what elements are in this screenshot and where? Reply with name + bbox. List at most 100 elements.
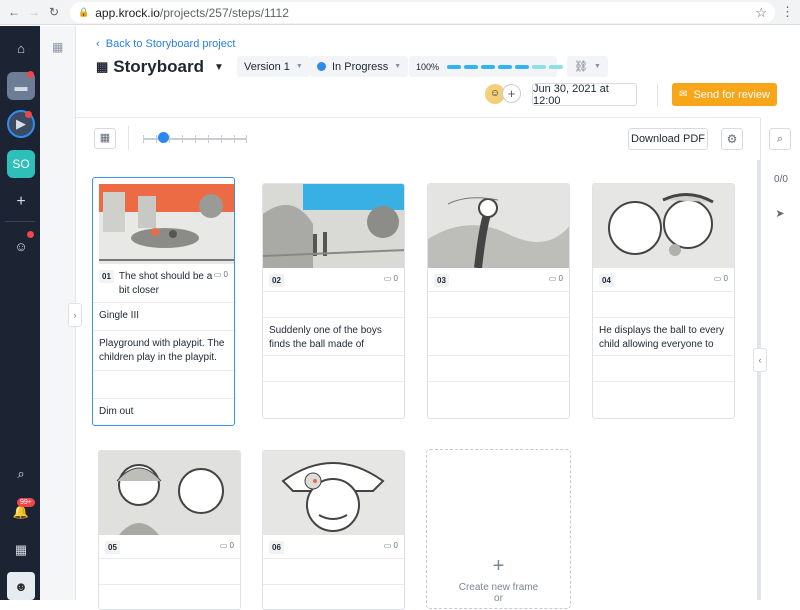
create-new-frame-button[interactable]: + Create new frame or — [426, 449, 571, 609]
due-date-field[interactable]: Jun 30, 2021 at 12:00 — [532, 83, 637, 107]
frame-header: 05 ▭ 0 — [99, 535, 240, 559]
frame-field[interactable]: Playground with playpit. The children pl… — [93, 331, 234, 371]
project-icon[interactable]: ▬ — [7, 71, 35, 100]
comment-count-value: 0 — [393, 274, 398, 283]
forward-arrow-icon[interactable]: → — [24, 5, 44, 19]
frame-field[interactable] — [263, 382, 404, 418]
frame-number: 02 — [269, 274, 284, 287]
add-workspace-icon[interactable]: + — [7, 188, 35, 216]
link-icon: ⛓ — [574, 61, 588, 73]
frame-field[interactable] — [263, 292, 404, 318]
frame-header: 01 The shot should be a bit closer ▭ 0 — [93, 264, 234, 303]
chevron-down-icon[interactable]: ▼ — [214, 62, 224, 73]
scrollbar[interactable] — [757, 160, 761, 600]
video-project-icon[interactable]: ▶ — [7, 110, 35, 138]
status-label: In Progress — [332, 60, 389, 73]
create-new-frame-label: Create new frame — [458, 582, 539, 593]
lock-icon: 🔒 — [78, 7, 90, 17]
workspace-avatar[interactable]: SO — [7, 150, 35, 178]
share-link-select[interactable]: ⛓ ▼ — [567, 56, 608, 77]
storyboard-frame[interactable]: 06 ▭ 0 — [262, 450, 405, 610]
frame-field[interactable] — [263, 585, 404, 609]
frame-field[interactable]: Suddenly one of the boys finds the ball … — [263, 318, 404, 356]
browser-toolbar: ← → ↻ 🔒 app.krock.io/projects/257/steps/… — [0, 0, 800, 25]
comment-count[interactable]: ▭ 0 — [714, 274, 728, 283]
comment-count-value: 0 — [558, 274, 563, 283]
version-label: Version 1 — [244, 60, 290, 73]
version-select[interactable]: Version 1 ▼ — [237, 56, 310, 77]
frame-header: 02 ▭ 0 — [263, 268, 404, 292]
expand-left-panel-icon[interactable]: › — [68, 303, 82, 327]
collapse-right-panel-icon[interactable]: ‹ — [753, 348, 767, 372]
browser-menu-icon[interactable]: ⋮ — [781, 4, 794, 20]
frame-field[interactable] — [263, 559, 404, 585]
frame-field[interactable] — [428, 356, 569, 382]
notification-badge: 99+ — [17, 498, 35, 507]
frame-field[interactable] — [99, 559, 240, 585]
notification-dot — [27, 71, 34, 78]
comment-count-value: 0 — [723, 274, 728, 283]
frame-field[interactable] — [99, 585, 240, 609]
page-title[interactable]: ▦ Storyboard ▼ — [96, 57, 224, 77]
add-assignee-button[interactable]: + — [502, 84, 521, 103]
frame-field[interactable]: He displays the ball to every child allo… — [593, 318, 734, 356]
download-pdf-button[interactable]: Download PDF — [628, 128, 708, 150]
storyboard-frame[interactable]: 02 ▭ 0 Suddenly one of the boys finds th… — [262, 183, 405, 419]
progress-select[interactable]: 100% ▼ — [409, 56, 576, 77]
frame-field[interactable] — [593, 356, 734, 382]
frame-field[interactable]: Dim out — [93, 399, 234, 425]
frame-image-park — [263, 184, 404, 268]
rail-divider — [5, 221, 35, 222]
frame-field[interactable] — [93, 371, 234, 399]
storyboard-frame[interactable]: 03 ▭ 0 — [427, 183, 570, 419]
frame-field[interactable]: Gingle III — [93, 303, 234, 331]
calendar-icon[interactable]: ▦ — [7, 536, 35, 564]
storyboard-frame[interactable]: 05 ▭ 0 — [98, 450, 241, 610]
frame-number: 01 — [99, 270, 114, 283]
gear-icon[interactable]: ⚙ — [721, 128, 743, 150]
search-icon[interactable]: ⌕ — [769, 128, 791, 150]
reload-icon[interactable]: ↻ — [44, 5, 64, 19]
home-icon[interactable]: ⌂ — [7, 34, 35, 62]
status-dot — [317, 62, 326, 71]
caret-icon: ▼ — [593, 63, 601, 70]
comment-count[interactable]: ▭ 0 — [384, 541, 398, 550]
back-link[interactable]: ‹ Back to Storyboard project — [96, 38, 235, 50]
notification-dot — [25, 111, 32, 118]
app-rail: ⌂ ▬ ▶ SO + ☺ ⌕ 🔔 99+ ▦ ☻ — [0, 26, 40, 600]
frame-field[interactable] — [593, 292, 734, 318]
table-view-button[interactable]: ▦ — [94, 128, 116, 149]
comment-count[interactable]: ▭ 0 — [549, 274, 563, 283]
storyboard-frame[interactable]: 04 ▭ 0 He displays the ball to every chi… — [592, 183, 735, 419]
frame-header: 06 ▭ 0 — [263, 535, 404, 559]
frame-field[interactable] — [593, 382, 734, 418]
send-arrow-icon[interactable]: ➤ — [769, 204, 791, 226]
user-avatar[interactable]: ☻ — [7, 572, 35, 600]
comment-count[interactable]: ▭ 0 — [214, 270, 228, 279]
grid-view-icon[interactable]: ▦ — [52, 40, 63, 54]
back-arrow-icon[interactable]: ← — [4, 5, 24, 19]
search-icon[interactable]: ⌕ — [7, 460, 35, 488]
frame-field[interactable] — [428, 318, 569, 356]
frame-title[interactable]: The shot should be a bit closer — [119, 270, 214, 298]
frame-field[interactable] — [263, 356, 404, 382]
storyboard-frame[interactable]: 01 The shot should be a bit closer ▭ 0 G… — [92, 177, 235, 426]
team-icon[interactable]: ☺ — [7, 231, 35, 260]
comment-count[interactable]: ▭ 0 — [220, 541, 234, 550]
header-divider-line — [76, 117, 760, 118]
header-divider — [657, 83, 658, 107]
address-bar[interactable]: 🔒 app.krock.io/projects/257/steps/1112 ☆ — [70, 2, 775, 23]
caret-icon: ▼ — [295, 63, 303, 70]
frame-image-boys — [593, 184, 734, 268]
frame-image-snake — [428, 184, 569, 268]
send-for-review-button[interactable]: ✉ Send for review — [672, 83, 777, 106]
frame-field[interactable] — [428, 292, 569, 318]
bookmark-star-icon[interactable]: ☆ — [755, 5, 767, 21]
frame-number: 06 — [269, 541, 284, 554]
status-select[interactable]: In Progress ▼ — [310, 56, 409, 77]
frame-field[interactable] — [428, 382, 569, 418]
frame-number: 04 — [599, 274, 614, 287]
zoom-slider-handle[interactable] — [158, 132, 169, 143]
comment-count-value: 0 — [229, 541, 234, 550]
comment-count[interactable]: ▭ 0 — [384, 274, 398, 283]
